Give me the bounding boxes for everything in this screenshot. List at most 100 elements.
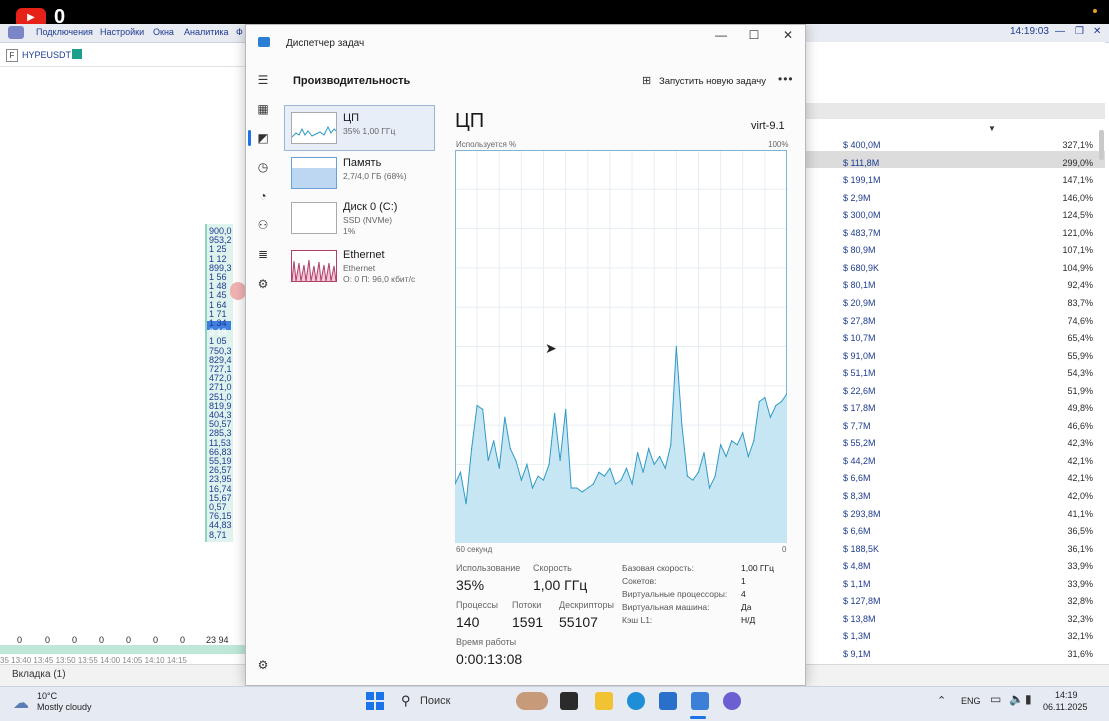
resource-name: Ethernet (343, 249, 385, 261)
table-row[interactable]: $ 80,9M 107,1% (805, 241, 1093, 258)
table-row[interactable]: $ 17,8M 49,8% (805, 399, 1093, 416)
processes-icon[interactable]: ▦ (255, 102, 271, 116)
table-row[interactable]: $ 680,9K 104,9% (805, 259, 1093, 276)
minimize-icon[interactable]: — (711, 28, 731, 42)
table-row[interactable]: $ 6,6M 42,1% (805, 469, 1093, 486)
tab-1[interactable]: Вкладка (1) (12, 669, 66, 680)
trading-app-icon[interactable] (723, 692, 741, 710)
sort-desc-icon[interactable]: ▼ (988, 124, 996, 133)
bg-restore-icon[interactable]: ❐ (1075, 26, 1084, 37)
weather-cloud-icon[interactable]: ☁ (13, 693, 29, 713)
more-options-icon[interactable]: ••• (778, 72, 794, 86)
table-row[interactable]: $ 300,0M 124,5% (805, 206, 1093, 223)
table-row[interactable]: $ 20,9M 83,7% (805, 294, 1093, 311)
hamburger-menu-icon[interactable]: ☰ (255, 73, 271, 87)
table-row[interactable]: $ 80,1M 92,4% (805, 276, 1093, 293)
run-task-icon[interactable]: ⊞ (642, 74, 651, 87)
cpu-data-point (559, 459, 561, 462)
services-icon[interactable]: ⚙ (255, 277, 271, 291)
chevron-up-icon[interactable]: ⌃ (937, 694, 946, 707)
table-row[interactable]: $ 1,1M 33,9% (805, 575, 1093, 592)
menu-analytics[interactable]: Аналитика (184, 27, 229, 37)
clock-time[interactable]: 14:19 (1055, 690, 1078, 700)
cpu-data-point (708, 487, 711, 489)
table-scrollbar[interactable] (1099, 130, 1104, 160)
volume-icon[interactable]: 🔈 (1009, 692, 1024, 706)
resource-name: Диск 0 (C:) (343, 201, 398, 213)
table-row[interactable]: $ 6,6M 36,5% (805, 522, 1093, 539)
volume-value: $ 91,0M (843, 350, 876, 361)
users-icon[interactable]: ⚇ (255, 218, 271, 232)
bg-close-icon[interactable]: ✕ (1093, 26, 1101, 37)
change-percent: 299,0% (1062, 157, 1093, 168)
store-icon[interactable] (659, 692, 677, 710)
table-row[interactable]: $ 10,7M 65,4% (805, 329, 1093, 346)
close-icon[interactable]: ✕ (778, 28, 798, 42)
table-row[interactable]: $ 199,1M 147,1% (805, 171, 1093, 188)
table-row[interactable]: $ 9,1M 31,6% (805, 645, 1093, 662)
weather-desc[interactable]: Mostly cloudy (37, 702, 92, 712)
settings-icon[interactable]: ⚙ (255, 658, 271, 672)
table-row[interactable]: $ 111,8M 299,0% (805, 154, 1093, 171)
table-row[interactable]: $ 293,8M 41,1% (805, 505, 1093, 522)
table-row[interactable]: $ 91,0M 55,9% (805, 347, 1093, 364)
network-icon[interactable]: ▭ (990, 692, 1001, 706)
run-new-task-button[interactable]: Запустить новую задачу (659, 76, 766, 87)
search-icon[interactable]: ⚲ (401, 693, 411, 709)
volume-cell: 0 (17, 635, 23, 645)
table-row[interactable]: $ 51,1M 54,3% (805, 364, 1093, 381)
table-row[interactable]: $ 55,2M 42,3% (805, 434, 1093, 451)
resource-name: Память (343, 157, 382, 169)
terminal-icon[interactable] (560, 692, 578, 710)
table-row[interactable]: $ 8,3M 42,0% (805, 487, 1093, 504)
volume-value: $ 27,8M (843, 315, 876, 326)
menu-settings[interactable]: Настройки (100, 27, 144, 37)
ladder-price[interactable]: 8,71 (209, 530, 233, 540)
table-row[interactable]: $ 400,0M 327,1% (805, 136, 1093, 153)
start-button-icon[interactable] (366, 692, 385, 711)
language-indicator[interactable]: ENG (961, 696, 981, 706)
table-row[interactable]: $ 44,2M 42,1% (805, 452, 1093, 469)
disk-thumbnail (291, 202, 337, 234)
resource-detail: 2,7/4,0 ГБ (68%) (343, 171, 407, 181)
table-row[interactable]: $ 7,7M 46,6% (805, 417, 1093, 434)
performance-icon[interactable]: ◩ (255, 131, 271, 145)
clock-date[interactable]: 06.11.2025 (1043, 702, 1087, 712)
menu-more[interactable]: Ф (236, 27, 243, 37)
table-row[interactable]: $ 1,3M 32,1% (805, 627, 1093, 644)
table-row[interactable]: $ 483,7M 121,0% (805, 224, 1093, 241)
details-icon[interactable]: ≣ (255, 247, 271, 261)
ticker-letter[interactable]: F (6, 49, 18, 62)
maximize-icon[interactable]: ☐ (744, 28, 764, 42)
edge-browser-icon[interactable] (627, 692, 645, 710)
processes-value: 140 (456, 614, 480, 630)
weather-temp[interactable]: 10°C (37, 691, 57, 701)
startup-apps-icon[interactable]: ◔ (255, 189, 271, 203)
file-explorer-icon[interactable] (595, 692, 613, 710)
table-row[interactable]: $ 127,8M 32,8% (805, 592, 1093, 609)
task-manager-taskbar-icon[interactable] (691, 692, 709, 710)
x-axis-left-label: 60 секунд (456, 545, 493, 554)
volume-value: $ 6,6M (843, 473, 871, 484)
menu-connections[interactable]: Подключения (36, 27, 93, 37)
volume-cell: 0 (45, 635, 51, 645)
menu-windows[interactable]: Окна (153, 27, 174, 37)
cpu-data-point (531, 487, 534, 489)
ticker-symbol[interactable]: HYPEUSDT (22, 50, 71, 60)
battery-icon[interactable]: ▮ (1025, 692, 1032, 706)
cpu-thumbnail (291, 112, 337, 144)
table-row[interactable]: $ 188,5K 36,1% (805, 540, 1093, 557)
cpu-data-point (598, 471, 600, 473)
table-row[interactable]: $ 4,8M 33,9% (805, 557, 1093, 574)
search-label[interactable]: Поиск (420, 695, 450, 707)
people-widget-icon[interactable] (516, 692, 548, 710)
table-row[interactable]: $ 2,9M 146,0% (805, 189, 1093, 206)
table-row[interactable]: $ 27,8M 74,6% (805, 312, 1093, 329)
cpu-data-point (675, 345, 677, 348)
bg-minimize-icon[interactable]: — (1055, 26, 1065, 37)
app-history-icon[interactable]: ◷ (255, 160, 271, 174)
table-row[interactable]: $ 13,8M 32,3% (805, 610, 1093, 627)
ticker-color-icon (72, 49, 82, 59)
cpu-data-point (664, 467, 666, 469)
table-row[interactable]: $ 22,6M 51,9% (805, 382, 1093, 399)
